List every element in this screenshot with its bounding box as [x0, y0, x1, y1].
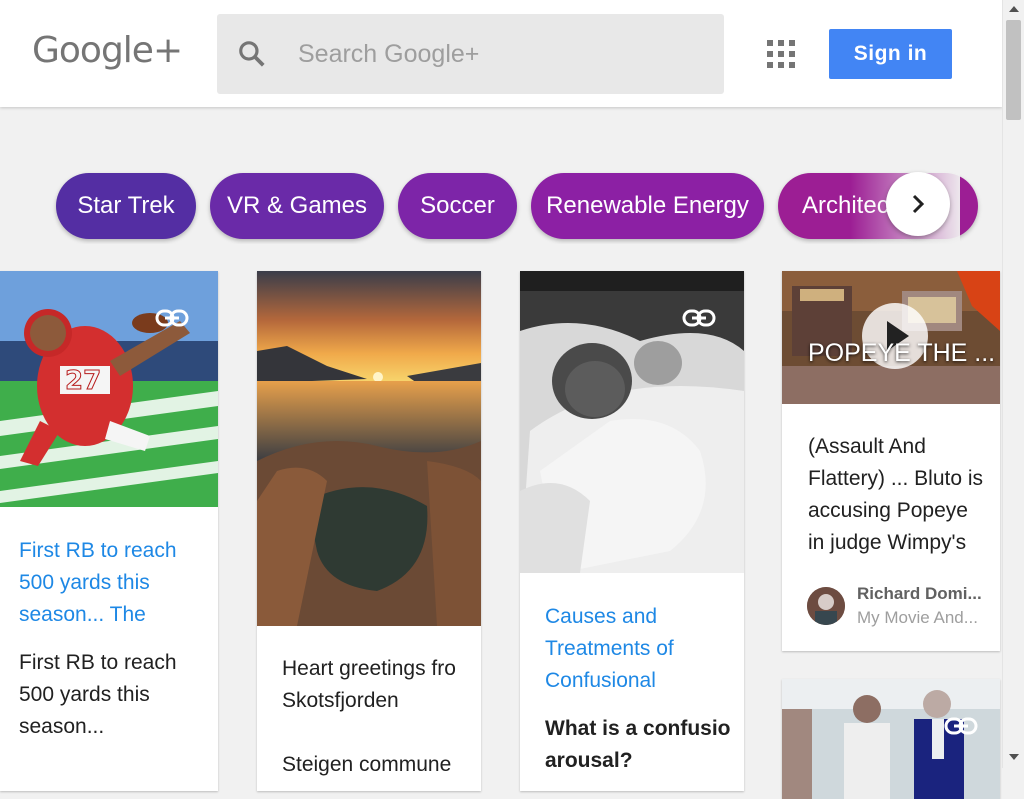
card-image-football[interactable]: 27: [0, 271, 218, 507]
author-collection[interactable]: My Movie And...: [857, 608, 978, 628]
chip-vr-games[interactable]: VR & Games: [210, 173, 384, 239]
card-description: What is a confusio arousal?: [545, 717, 731, 772]
sunset-image: [257, 271, 481, 626]
scroll-down-arrow-icon[interactable]: [1009, 754, 1019, 760]
chevron-right-icon: [912, 194, 925, 214]
search-placeholder: Search Google+: [298, 40, 480, 68]
chip-renewable-energy[interactable]: Renewable Energy: [531, 173, 764, 239]
scrollbar[interactable]: [1002, 0, 1024, 768]
card-link-title[interactable]: Causes and Treatments of Confusional: [545, 601, 725, 697]
link-icon: [155, 309, 189, 327]
people-image: [782, 679, 1000, 799]
apps-grid-icon[interactable]: [767, 40, 795, 68]
card-popeye[interactable]: POPEYE THE ... (Assault And Flattery) ..…: [782, 271, 1000, 651]
sign-in-button[interactable]: Sign in: [829, 29, 952, 79]
card-description: Heart greetings fro Skotsfjorden: [282, 657, 456, 712]
card-description-2: Steigen commune: [282, 753, 452, 776]
card-description: First RB to reach 500 yards this season.…: [19, 651, 177, 738]
link-icon: [944, 717, 978, 735]
header: Google+ Search Google+ Sign in: [0, 0, 1002, 107]
google-plus-logo[interactable]: Google+: [32, 30, 183, 71]
chips-next-button[interactable]: [886, 172, 950, 236]
card-image-sunset[interactable]: [257, 271, 481, 626]
card-sunset[interactable]: Heart greetings fro Skotsfjorden Steigen…: [257, 271, 481, 791]
scroll-thumb[interactable]: [1006, 20, 1021, 120]
svg-text:27: 27: [65, 366, 101, 396]
card-image-people[interactable]: [782, 679, 1000, 799]
card-babies[interactable]: Causes and Treatments of Confusional Wha…: [520, 271, 744, 791]
video-title: POPEYE THE ...: [808, 339, 996, 367]
card-image-babies[interactable]: [520, 271, 744, 573]
search-icon: [239, 41, 265, 67]
avatar-image: [807, 587, 845, 625]
link-icon: [682, 309, 716, 327]
card-people[interactable]: [782, 679, 1000, 799]
chip-star-trek[interactable]: Star Trek: [56, 173, 196, 239]
card-link-title[interactable]: First RB to reach 500 yards this season.…: [19, 535, 199, 631]
card-description: (Assault And Flattery) ... Bluto is accu…: [808, 435, 984, 554]
avatar[interactable]: [807, 587, 845, 625]
chip-soccer[interactable]: Soccer: [398, 173, 517, 239]
scroll-up-arrow-icon[interactable]: [1009, 6, 1019, 12]
card-video-popeye[interactable]: POPEYE THE ...: [782, 271, 1000, 404]
search-box[interactable]: Search Google+: [217, 14, 724, 94]
card-football[interactable]: 27 First RB to reach 500 yards this seas…: [0, 271, 218, 791]
author-name[interactable]: Richard Domi...: [857, 584, 982, 604]
collection-chips: Star Trek VR & Games Soccer Renewable En…: [0, 170, 1002, 244]
